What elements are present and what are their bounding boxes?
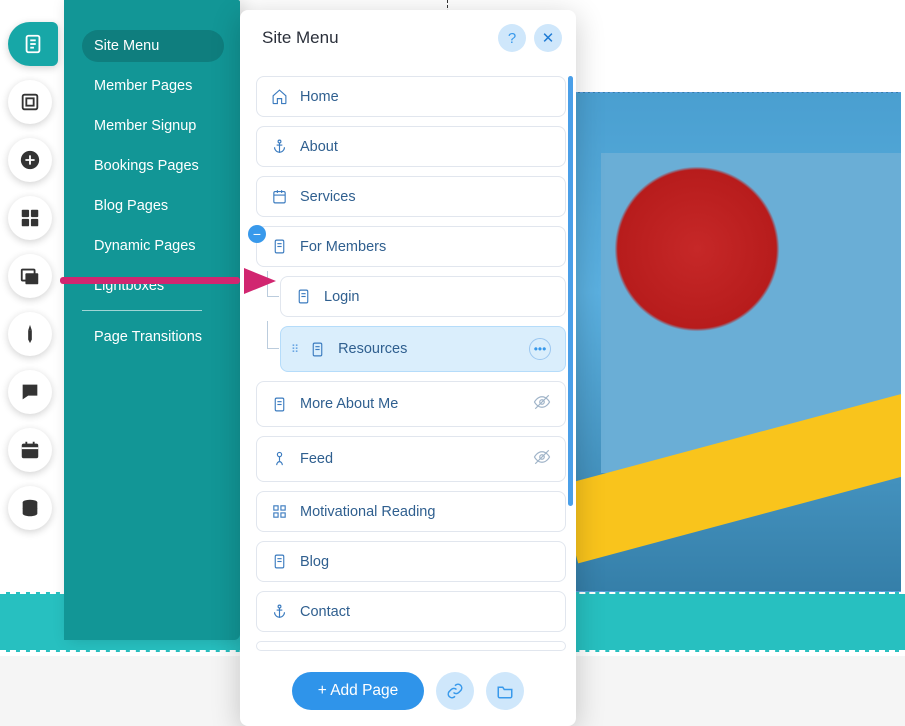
site-menu-panel: Site Menu ? ✕ Home About Services For Me… [240,10,576,726]
anchor-icon [271,138,288,155]
home-icon [271,88,288,105]
page-label: More About Me [300,396,398,412]
flyout-dynamic-pages[interactable]: Dynamic Pages [82,230,224,262]
flyout-site-menu[interactable]: Site Menu [82,30,224,62]
page-label: For Members [300,239,386,255]
hero-image [570,92,901,592]
blog-tool-icon[interactable] [8,312,52,356]
grid-icon [271,503,288,520]
chat-tool-icon[interactable] [8,370,52,414]
page-label: About [300,139,338,155]
page-about[interactable]: About [256,126,566,167]
drag-handle-icon[interactable]: ⠿ [291,343,297,356]
hidden-icon[interactable] [533,448,551,470]
page-label: Contact [300,604,350,620]
page-services[interactable]: Services [256,176,566,217]
page-label: Resources [338,341,407,357]
page-icon [271,238,288,255]
page-for-members[interactable]: For Members [256,226,566,267]
page-blog[interactable]: Blog [256,541,566,582]
page-icon [271,396,288,413]
flyout-bookings-pages[interactable]: Bookings Pages [82,150,224,182]
page-row-partial[interactable] [256,641,566,651]
help-icon[interactable]: ? [498,24,526,52]
page-icon [309,341,326,358]
collapse-toggle-icon[interactable]: − [248,225,266,243]
page-label: Home [300,89,339,105]
calendar-icon [271,188,288,205]
flyout-divider [82,310,202,311]
left-toolbar [8,22,58,530]
flyout-blog-pages[interactable]: Blog Pages [82,190,224,222]
page-label: Services [300,189,356,205]
feed-icon [271,451,288,468]
page-more-about-me[interactable]: More About Me [256,381,566,427]
page-label: Login [324,289,359,305]
add-page-button[interactable]: + Add Page [292,672,425,710]
add-tool-icon[interactable] [8,138,52,182]
folder-icon[interactable] [486,672,524,710]
page-label: Blog [300,554,329,570]
page-home[interactable]: Home [256,76,566,117]
pages-flyout: Site Menu Member Pages Member Signup Boo… [64,0,240,640]
flyout-member-pages[interactable]: Member Pages [82,70,224,102]
data-tool-icon[interactable] [8,486,52,530]
page-icon [295,288,312,305]
flyout-member-signup[interactable]: Member Signup [82,110,224,142]
page-label: Feed [300,451,333,467]
close-icon[interactable]: ✕ [534,24,562,52]
anchor-icon [271,603,288,620]
scrollbar[interactable] [568,76,573,506]
bookings-tool-icon[interactable] [8,428,52,472]
media-tool-icon[interactable] [8,254,52,298]
apps-tool-icon[interactable] [8,196,52,240]
page-icon [271,553,288,570]
background-tool-icon[interactable] [8,80,52,124]
page-label: Motivational Reading [300,504,435,520]
page-contact[interactable]: Contact [256,591,566,632]
annotation-arrow [60,272,276,290]
panel-title: Site Menu [262,28,490,48]
link-icon[interactable] [436,672,474,710]
page-resources[interactable]: ⠿ Resources ••• [280,326,566,372]
hidden-icon[interactable] [533,393,551,415]
page-feed[interactable]: Feed [256,436,566,482]
pages-tool-icon[interactable] [8,22,58,66]
more-icon[interactable]: ••• [529,338,551,360]
page-login[interactable]: Login [280,276,566,317]
page-motivational[interactable]: Motivational Reading [256,491,566,532]
flyout-page-transitions[interactable]: Page Transitions [82,321,224,353]
